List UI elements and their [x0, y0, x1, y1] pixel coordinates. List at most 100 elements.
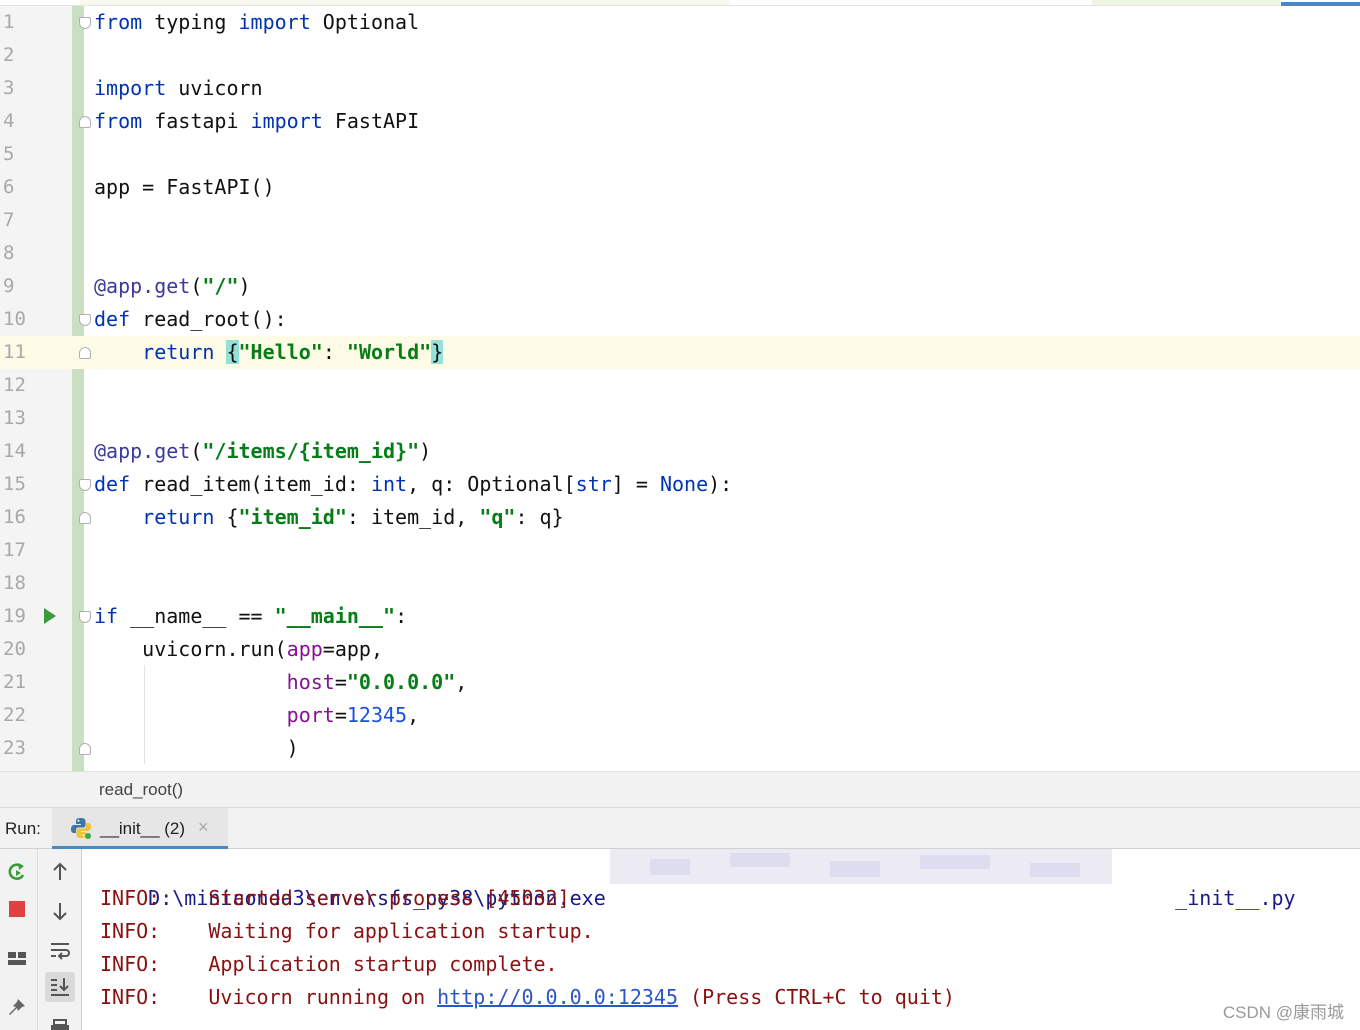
code-line[interactable]: 18 [0, 567, 1360, 600]
code-text[interactable]: from typing import Optional [94, 6, 419, 39]
code-token: read_root(): [130, 307, 287, 331]
code-line[interactable]: 10 def read_root(): [0, 303, 1360, 336]
python-icon [71, 818, 91, 839]
code-line[interactable]: 20 uvicorn.run(app=app, [0, 633, 1360, 666]
code-line[interactable]: 4 from fastapi import FastAPI [0, 105, 1360, 138]
code-line[interactable]: 8 [0, 237, 1360, 270]
run-triangle-icon[interactable] [44, 608, 56, 624]
code-line[interactable]: 3 import uvicorn [0, 72, 1360, 105]
scroll-to-end-icon [51, 978, 69, 996]
close-icon[interactable]: × [198, 817, 209, 838]
console-log-line: INFO: Uvicorn running on http://0.0.0.0:… [100, 981, 955, 1014]
code-text[interactable]: host="0.0.0.0", [94, 666, 468, 699]
layout-button[interactable] [2, 943, 32, 973]
run-toolbar-secondary [38, 849, 82, 1030]
code-text[interactable]: def read_item(item_id: int, q: Optional[… [94, 468, 732, 501]
redacted-path [610, 849, 1112, 884]
breadcrumb[interactable]: read_root() [0, 771, 1360, 808]
line-number: 14 [3, 440, 26, 462]
code-line[interactable]: 5 [0, 138, 1360, 171]
code-line[interactable]: 7 [0, 204, 1360, 237]
code-line[interactable]: 6 app = FastAPI() [0, 171, 1360, 204]
server-url-link[interactable]: http://0.0.0.0:12345 [437, 985, 678, 1009]
fold-end-icon[interactable] [79, 347, 91, 359]
scroll-to-end-button[interactable] [45, 972, 75, 1002]
code-token: ) [94, 736, 299, 760]
code-token: from [94, 10, 143, 34]
rerun-button[interactable] [2, 857, 32, 887]
code-line[interactable]: 15 def read_item(item_id: int, q: Optiona… [0, 468, 1360, 501]
fold-end-icon[interactable] [79, 743, 91, 755]
code-line[interactable]: 11 return {"Hello": "World"} [0, 336, 1360, 369]
print-button[interactable] [45, 1012, 75, 1030]
fold-open-icon[interactable] [79, 611, 91, 623]
stop-button[interactable] [2, 894, 32, 924]
code-text[interactable]: app = FastAPI() [94, 171, 275, 204]
line-number: 23 [3, 737, 26, 759]
code-token: ): [708, 472, 733, 496]
code-line[interactable]: 22 port=12345, [0, 699, 1360, 732]
line-number: 6 [3, 176, 15, 198]
fold-open-icon[interactable] [79, 314, 91, 326]
code-text[interactable]: return {"item_id": item_id, "q": q} [94, 501, 563, 534]
code-text[interactable]: from fastapi import FastAPI [94, 105, 419, 138]
code-line[interactable]: 1 from typing import Optional [0, 6, 1360, 39]
line-number: 21 [3, 671, 26, 693]
code-line[interactable]: 16 return {"item_id": item_id, "q": q} [0, 501, 1360, 534]
code-text[interactable]: port=12345, [94, 699, 419, 732]
run-toolbar-primary [0, 849, 38, 1030]
code-text[interactable]: @app.get("/") [94, 270, 251, 303]
line-number: 9 [3, 275, 15, 297]
soft-wrap-icon [51, 943, 70, 960]
code-line[interactable]: 2 [0, 39, 1360, 72]
run-tab[interactable]: __init__ (2) × [52, 808, 228, 849]
code-text[interactable]: def read_root(): [94, 303, 287, 336]
code-text[interactable]: return {"Hello": "World"} [94, 336, 444, 369]
code-text[interactable]: ) [94, 732, 299, 765]
code-token: "item_id" [238, 505, 347, 529]
fold-open-icon[interactable] [79, 17, 91, 29]
code-line[interactable]: 12 [0, 369, 1360, 402]
code-token: @app.get [94, 439, 191, 463]
log-message: Started server process [45032] [208, 886, 570, 910]
line-number: 19 [3, 605, 26, 627]
code-text[interactable]: if __name__ == "__main__": [94, 600, 407, 633]
code-line[interactable]: 23 ) [0, 732, 1360, 765]
top-strip-segment [80, 0, 730, 5]
code-line[interactable]: 14 @app.get("/items/{item_id}") [0, 435, 1360, 468]
code-token: None [659, 472, 709, 496]
code-line[interactable]: 9 @app.get("/") [0, 270, 1360, 303]
code-line[interactable]: 17 [0, 534, 1360, 567]
code-editor[interactable]: 1 from typing import Optional 2 3 import uvi… [0, 6, 1360, 771]
log-message-tail: (Press CTRL+C to quit) [678, 985, 955, 1009]
code-text[interactable]: uvicorn.run(app=app, [94, 633, 383, 666]
code-token: : [322, 340, 347, 364]
code-line[interactable]: 19 if __name__ == "__main__": [0, 600, 1360, 633]
line-number: 8 [3, 242, 15, 264]
code-line[interactable]: 13 [0, 402, 1360, 435]
code-line[interactable]: 21 host="0.0.0.0", [0, 666, 1360, 699]
log-level: INFO: [100, 985, 161, 1009]
fold-end-icon[interactable] [79, 512, 91, 524]
soft-wrap-button[interactable] [45, 935, 75, 965]
code-token: def [94, 307, 131, 331]
line-number: 20 [3, 638, 26, 660]
code-text[interactable]: @app.get("/items/{item_id}") [94, 435, 431, 468]
run-console[interactable]: D:\miniconda3\envs\sfs_py38\python.exe _… [82, 849, 1360, 1030]
code-token: app = FastAPI() [94, 175, 275, 199]
fold-end-icon[interactable] [79, 116, 91, 128]
scroll-up-button[interactable] [45, 857, 75, 887]
fold-open-icon[interactable] [79, 479, 91, 491]
log-message: Application startup complete. [208, 952, 558, 976]
code-token: ) [419, 439, 432, 463]
line-number: 13 [3, 407, 26, 429]
pin-button[interactable] [2, 992, 32, 1022]
code-text[interactable]: import uvicorn [94, 72, 263, 105]
code-token: uvicorn [166, 76, 263, 100]
scroll-down-button[interactable] [45, 896, 75, 926]
breadcrumb-item[interactable]: read_root() [99, 780, 183, 800]
code-token: import [250, 109, 323, 133]
code-token: return [142, 340, 215, 364]
line-number: 4 [3, 110, 15, 132]
